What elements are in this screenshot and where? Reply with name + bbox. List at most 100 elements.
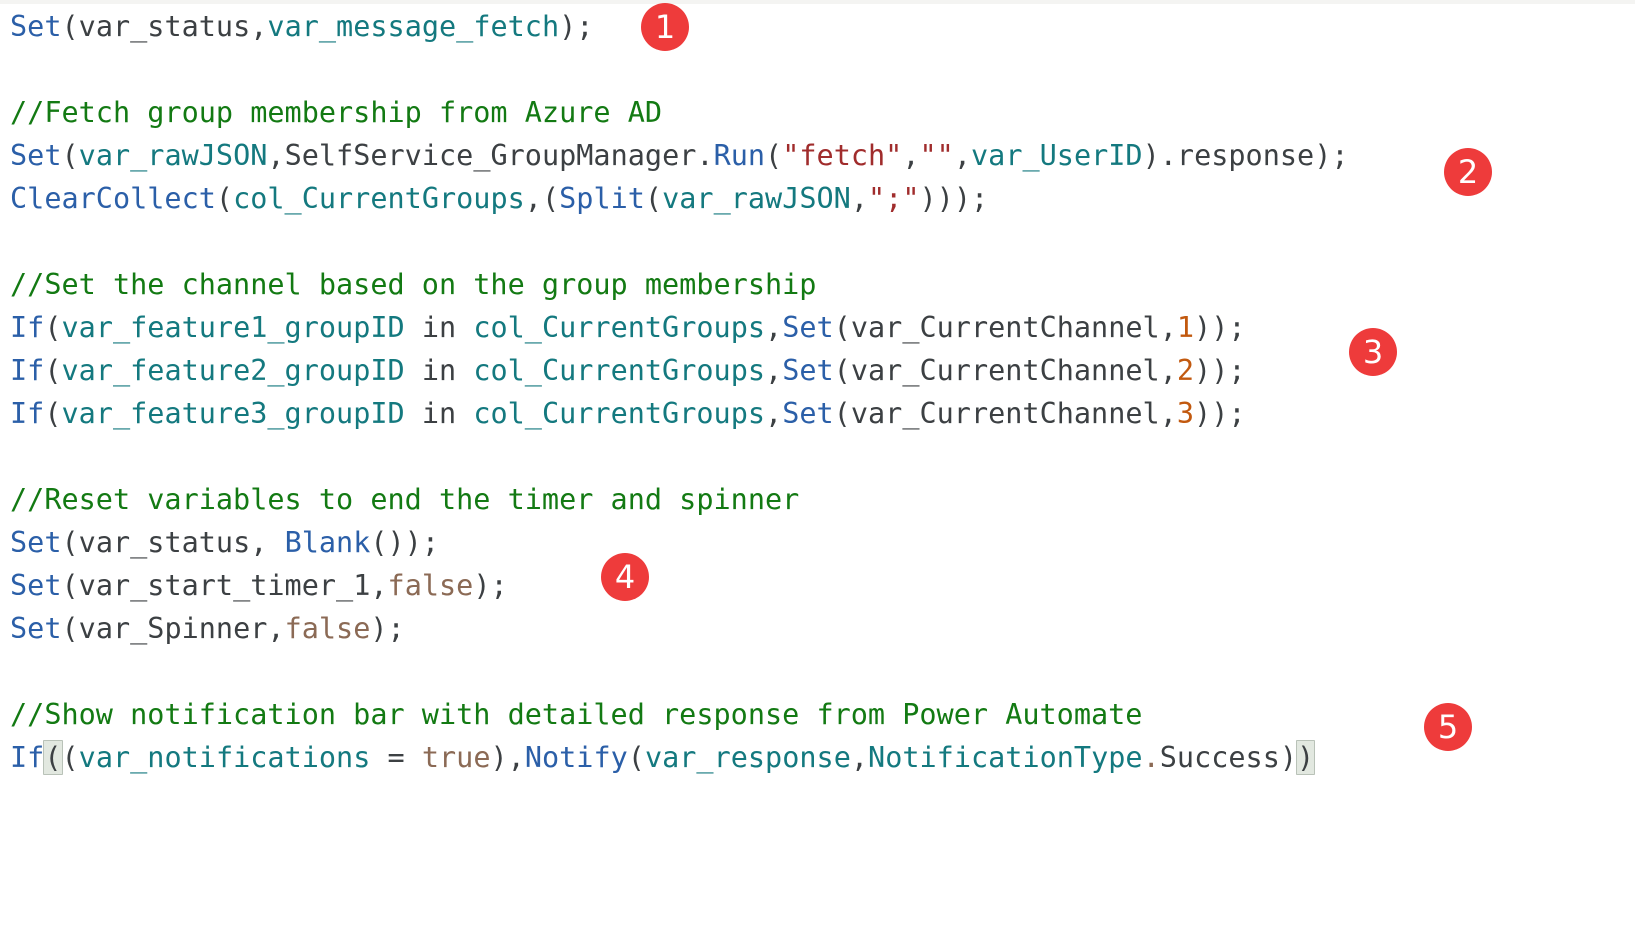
- token-method: Run: [713, 139, 766, 172]
- code-line-14[interactable]: If((var_notifications = true),Notify(var…: [10, 736, 1316, 779]
- token-punct: (: [833, 354, 851, 387]
- token-function: If: [10, 311, 45, 344]
- token-comma: ,: [1159, 354, 1177, 387]
- token-comma: ,: [765, 397, 783, 430]
- token-punct: (: [215, 182, 234, 215]
- token-property: .response: [1159, 139, 1315, 172]
- token-function: Set: [782, 311, 834, 344]
- token-comma: ,: [953, 139, 971, 172]
- annotation-badge-2: 2: [1444, 148, 1492, 196]
- token-comment: //Fetch group membership from Azure AD: [10, 96, 663, 129]
- token-punct: ());: [370, 526, 439, 559]
- token-punct: ));: [1194, 354, 1246, 387]
- token-punct: ));: [1194, 311, 1246, 344]
- token-punct: (: [765, 139, 783, 172]
- code-line-6[interactable]: If(var_feature1_groupID in col_CurrentGr…: [10, 306, 1246, 349]
- token-comma: ,: [850, 182, 869, 215]
- token-collection: col_CurrentGroups: [473, 311, 766, 344]
- token-comma: ,: [267, 139, 285, 172]
- token-comma: ,: [765, 354, 783, 387]
- token-function: Set: [10, 569, 62, 602]
- token-variable: var_rawJSON: [662, 182, 851, 215]
- token-punct: ));: [1194, 397, 1246, 430]
- token-punct: (: [61, 10, 79, 43]
- token-string-empty: "": [919, 139, 954, 172]
- token-function: Set: [782, 397, 834, 430]
- token-string: "fetch": [782, 139, 903, 172]
- token-function: ClearCollect: [10, 182, 216, 215]
- token-function: If: [10, 741, 45, 774]
- token-punct: )));: [919, 182, 989, 215]
- token-operator: in: [404, 397, 474, 430]
- annotation-badge-3: 3: [1349, 328, 1397, 376]
- annotation-badge-4: 4: [601, 553, 649, 601]
- token-function: Split: [559, 182, 645, 215]
- token-punct: (: [541, 182, 560, 215]
- token-punct: (: [627, 741, 645, 774]
- code-line-2-comment[interactable]: //Fetch group membership from Azure AD: [10, 91, 662, 134]
- code-line-9-comment[interactable]: //Reset variables to end the timer and s…: [10, 478, 799, 521]
- formula-editor-surface[interactable]: Set(var_status,var_message_fetch); //Fet…: [0, 0, 1635, 927]
- token-connector-name: SelfService_GroupManager: [284, 139, 697, 172]
- token-punct: (: [644, 182, 663, 215]
- token-comma: ,: [1159, 397, 1177, 430]
- token-function: Notify: [524, 741, 628, 774]
- token-punct: ),: [490, 741, 525, 774]
- token-comma: ,: [1159, 311, 1177, 344]
- token-punct: );: [473, 569, 508, 602]
- token-comma: ,: [267, 612, 285, 645]
- token-number: 2: [1176, 354, 1195, 387]
- code-line-11[interactable]: Set(var_start_timer_1,false);: [10, 564, 508, 607]
- token-punct: (: [833, 397, 851, 430]
- token-punct: (: [61, 741, 79, 774]
- token-function: Set: [10, 612, 62, 645]
- code-line-5-comment[interactable]: //Set the channel based on the group mem…: [10, 263, 816, 306]
- token-identifier: var_CurrentChannel: [850, 354, 1160, 387]
- token-punct: (: [61, 139, 79, 172]
- token-enum-value: Success: [1159, 741, 1280, 774]
- token-collection: col_CurrentGroups: [473, 397, 766, 430]
- token-dot: .: [1142, 741, 1160, 774]
- token-function: Blank: [284, 526, 371, 559]
- token-punct: (: [44, 354, 62, 387]
- token-identifier: var_Spinner: [78, 612, 268, 645]
- token-punct: (: [44, 397, 62, 430]
- token-variable: var_notifications: [78, 741, 371, 774]
- token-boolean: true: [421, 741, 491, 774]
- code-line-13-comment[interactable]: //Show notification bar with detailed re…: [10, 693, 1142, 736]
- code-line-3[interactable]: Set(var_rawJSON,SelfService_GroupManager…: [10, 134, 1349, 177]
- token-comment: //Set the channel based on the group mem…: [10, 268, 817, 301]
- token-comma: ,: [370, 569, 388, 602]
- token-collection: col_CurrentGroups: [233, 182, 525, 215]
- token-variable: var_response: [644, 741, 851, 774]
- token-number: 1: [1176, 311, 1195, 344]
- code-line-1[interactable]: Set(var_status,var_message_fetch);: [10, 5, 593, 48]
- matching-paren-close-highlight: ): [1296, 740, 1316, 775]
- token-comma: ,: [250, 10, 268, 43]
- token-function: Set: [10, 526, 62, 559]
- token-punct: (: [61, 526, 79, 559]
- token-boolean: false: [284, 612, 371, 645]
- token-collection: col_CurrentGroups: [473, 354, 766, 387]
- token-variable: var_rawJSON: [78, 139, 268, 172]
- code-line-4[interactable]: ClearCollect(col_CurrentGroups,(Split(va…: [10, 177, 988, 220]
- token-comment: //Show notification bar with detailed re…: [10, 698, 1143, 731]
- token-punct: ): [1279, 741, 1298, 774]
- token-function: If: [10, 397, 45, 430]
- token-identifier: var_start_timer_1: [78, 569, 371, 602]
- code-line-7[interactable]: If(var_feature2_groupID in col_CurrentGr…: [10, 349, 1246, 392]
- token-variable: var_feature3_groupID: [61, 397, 405, 430]
- code-line-10[interactable]: Set(var_status, Blank());: [10, 521, 439, 564]
- token-identifier: var_status,: [78, 526, 285, 559]
- token-function: If: [10, 354, 45, 387]
- token-operator: in: [404, 311, 474, 344]
- token-variable: var_feature2_groupID: [61, 354, 405, 387]
- token-boolean: false: [387, 569, 474, 602]
- token-variable: var_feature1_groupID: [61, 311, 405, 344]
- token-operator: =: [370, 741, 422, 774]
- code-line-8[interactable]: If(var_feature3_groupID in col_CurrentGr…: [10, 392, 1246, 435]
- token-punct: );: [370, 612, 405, 645]
- token-function: Set: [782, 354, 834, 387]
- token-comma: ,: [850, 741, 869, 774]
- code-line-12[interactable]: Set(var_Spinner,false);: [10, 607, 405, 650]
